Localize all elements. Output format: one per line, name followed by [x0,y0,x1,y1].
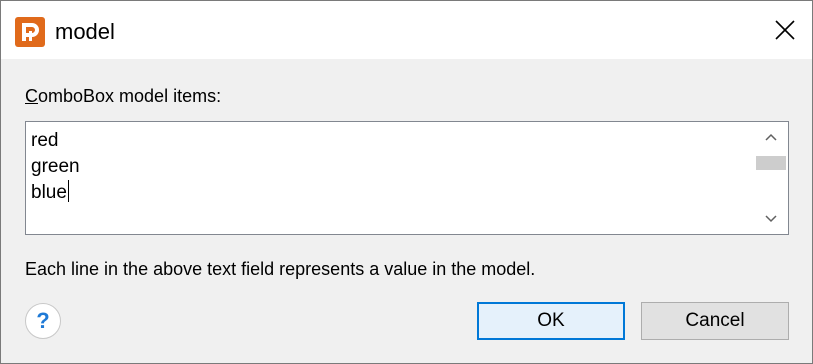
item-line: blue [31,182,67,203]
cancel-button[interactable]: Cancel [641,302,789,340]
items-textarea[interactable]: red green blue [25,121,789,235]
text-caret [67,180,69,202]
close-button[interactable] [768,13,802,47]
title-bar: model [1,1,812,59]
item-line-with-caret: blue [31,180,80,206]
scroll-thumb[interactable] [756,156,786,170]
item-line: green [31,156,80,177]
close-icon [775,20,795,40]
scroll-up-button[interactable] [754,126,788,148]
label-mnemonic: C [25,86,38,106]
chevron-down-icon [765,215,777,223]
dialog-content: ComboBox model items: red green blue Eac… [1,59,812,363]
ok-button[interactable]: OK [477,302,625,340]
item-line: red [31,130,59,151]
label-text: omboBox model items: [38,86,222,106]
vertical-scrollbar[interactable] [754,122,788,234]
help-button[interactable]: ? [25,303,61,339]
help-icon: ? [36,308,50,333]
items-description: Each line in the above text field repres… [25,259,536,279]
dialog-window: model ComboBox model items: red green bl… [0,0,813,364]
chevron-up-icon [765,133,777,141]
window-title: model [55,19,115,44]
scroll-down-button[interactable] [754,208,788,230]
app-logo-icon [15,17,45,47]
textarea-content: red green blue [31,128,80,206]
items-label: ComboBox model items: [25,85,221,107]
